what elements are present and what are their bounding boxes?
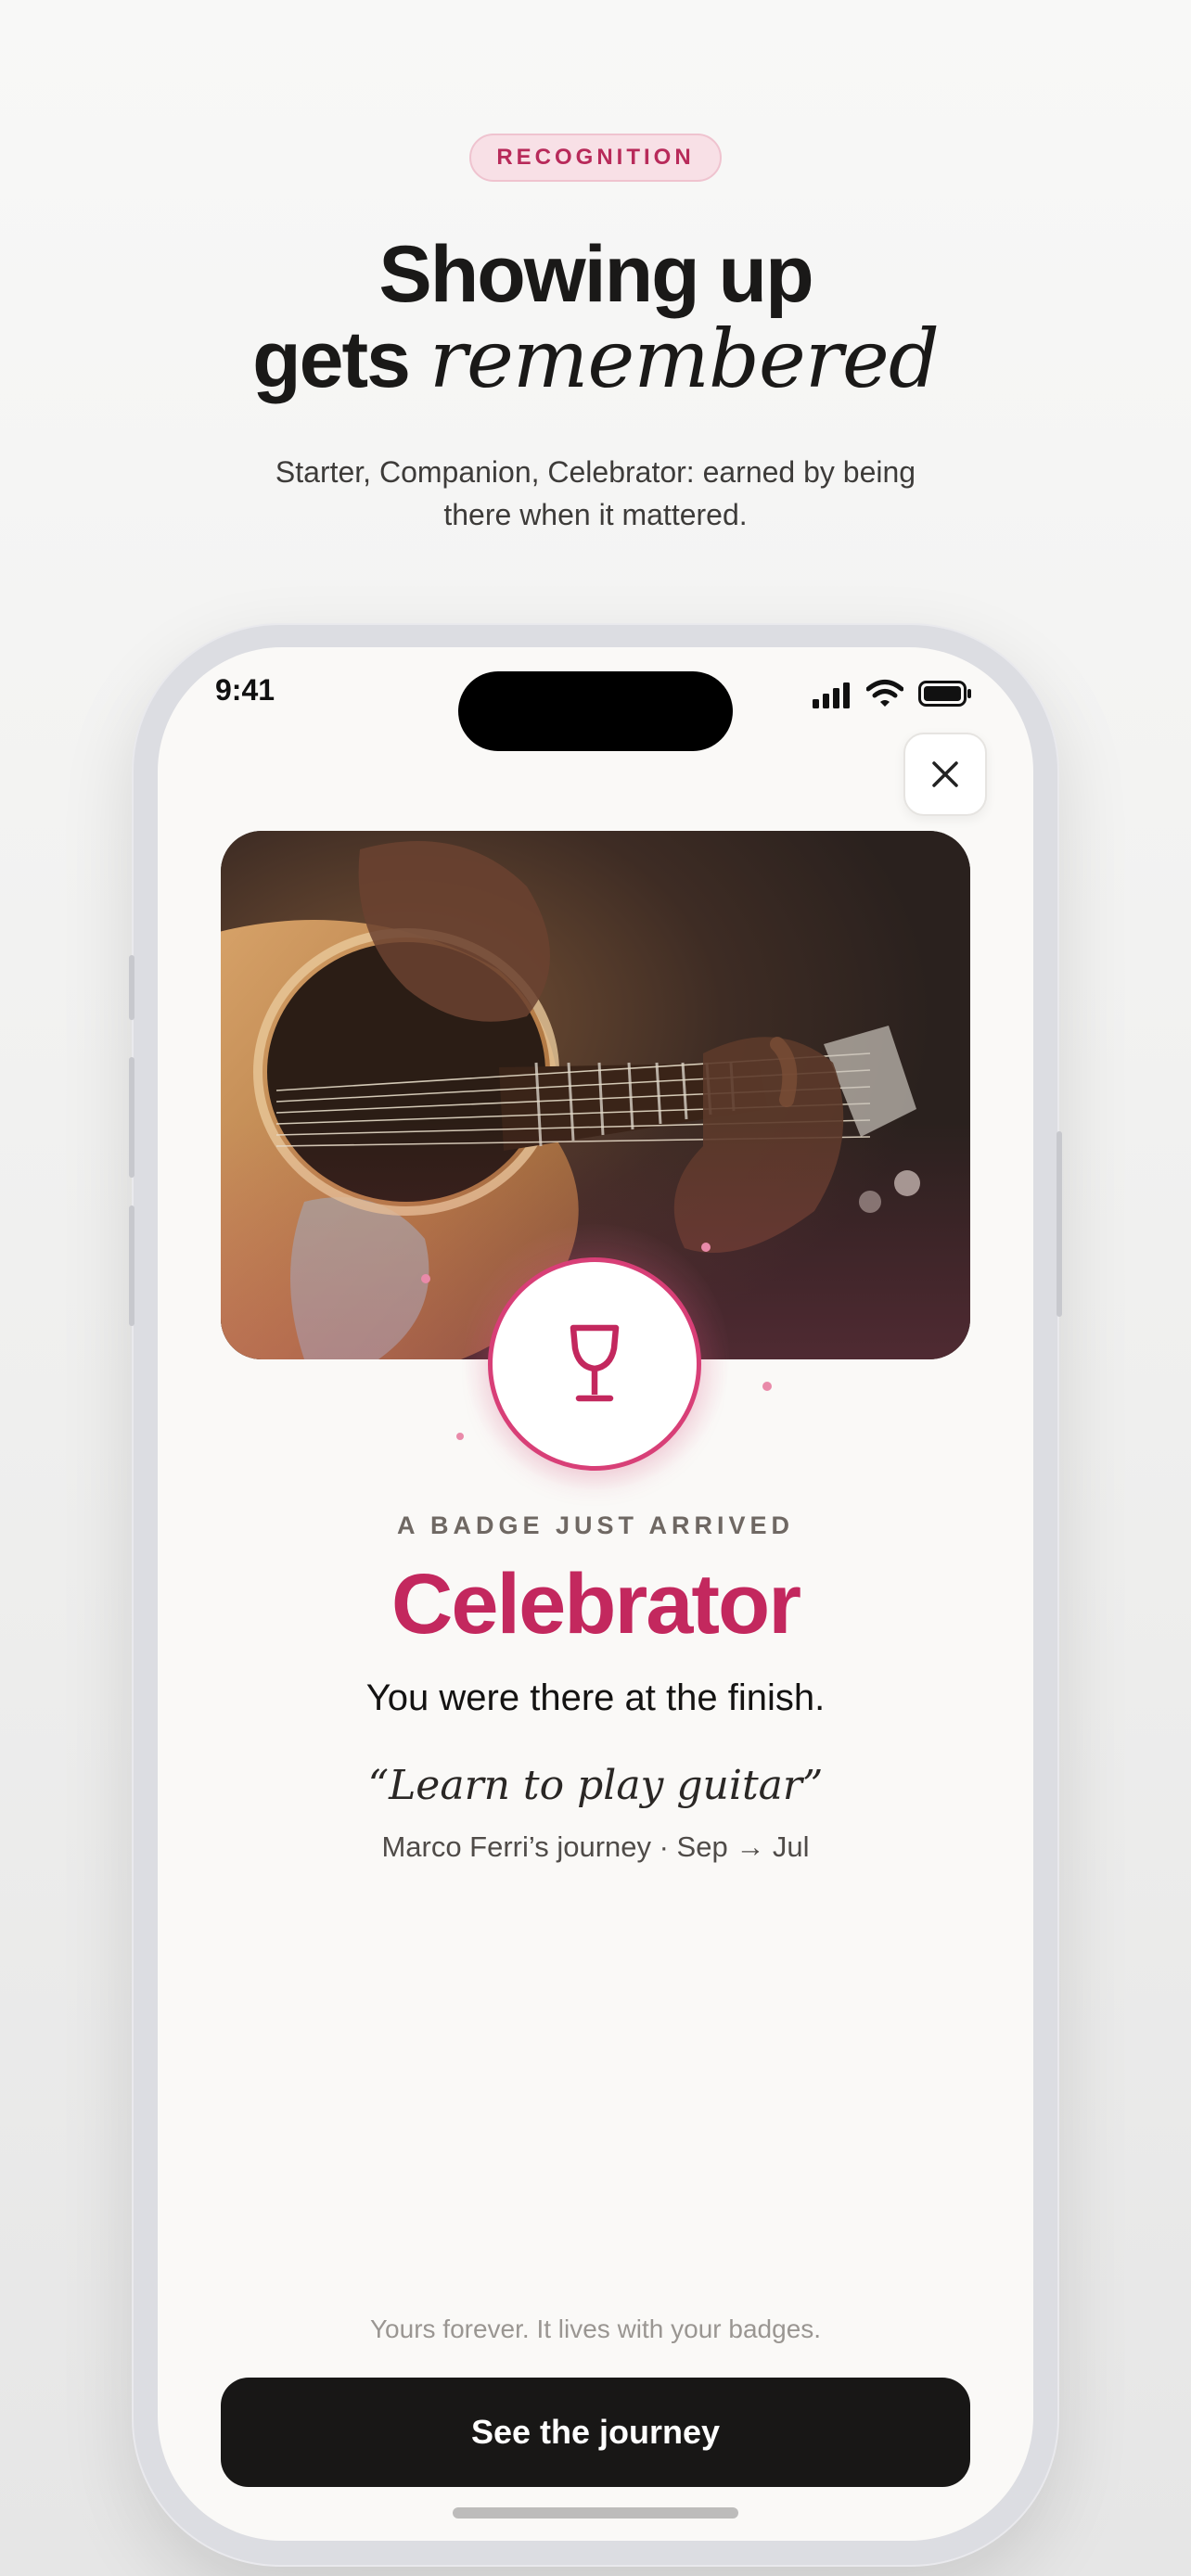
headline-line-1: Showing up — [378, 230, 813, 319]
phone-volume-down — [129, 1205, 134, 1326]
journey-meta: Marco Ferri’s journey · Sep → Jul — [381, 1830, 810, 1863]
battery-icon — [918, 681, 971, 707]
wine-glass-icon — [570, 1324, 620, 1402]
home-indicator — [453, 2507, 738, 2519]
celebrator-badge — [488, 1257, 701, 1471]
recognition-tag: RECOGNITION — [469, 134, 722, 182]
sparkle-dot — [456, 1433, 464, 1440]
badge-eyebrow: A BADGE JUST ARRIVED — [396, 1511, 795, 1539]
badge-title: Celebrator — [391, 1557, 801, 1651]
dynamic-island — [458, 671, 733, 751]
sparkle-dot — [701, 1243, 711, 1252]
status-time: 9:41 — [215, 673, 275, 707]
phone-power-button — [1057, 1131, 1062, 1317]
sparkle-dot — [421, 1274, 430, 1283]
headline-line-2: gets remembered — [0, 317, 1191, 402]
headline-plain-word: gets — [252, 315, 411, 404]
footnote: Yours forever. It lives with your badges… — [369, 2315, 822, 2343]
goal-quote: “Learn to play guitar” — [367, 1762, 824, 1809]
wifi-icon — [866, 680, 903, 707]
headline-italic-word: remembered — [429, 313, 940, 406]
sparkle-dot — [762, 1382, 772, 1391]
see-journey-button[interactable]: See the journey — [221, 2378, 970, 2487]
close-icon — [932, 761, 958, 787]
close-button[interactable] — [903, 733, 987, 816]
phone-side-button — [129, 955, 134, 1020]
phone-volume-up — [129, 1057, 134, 1178]
hero-headline: Showing up gets remembered — [0, 232, 1191, 402]
hero-subhead: Starter, Companion, Celebrator: earned b… — [275, 455, 916, 531]
badge-tagline: You were there at the finish. — [365, 1677, 826, 1718]
cellular-signal-icon — [813, 682, 850, 708]
